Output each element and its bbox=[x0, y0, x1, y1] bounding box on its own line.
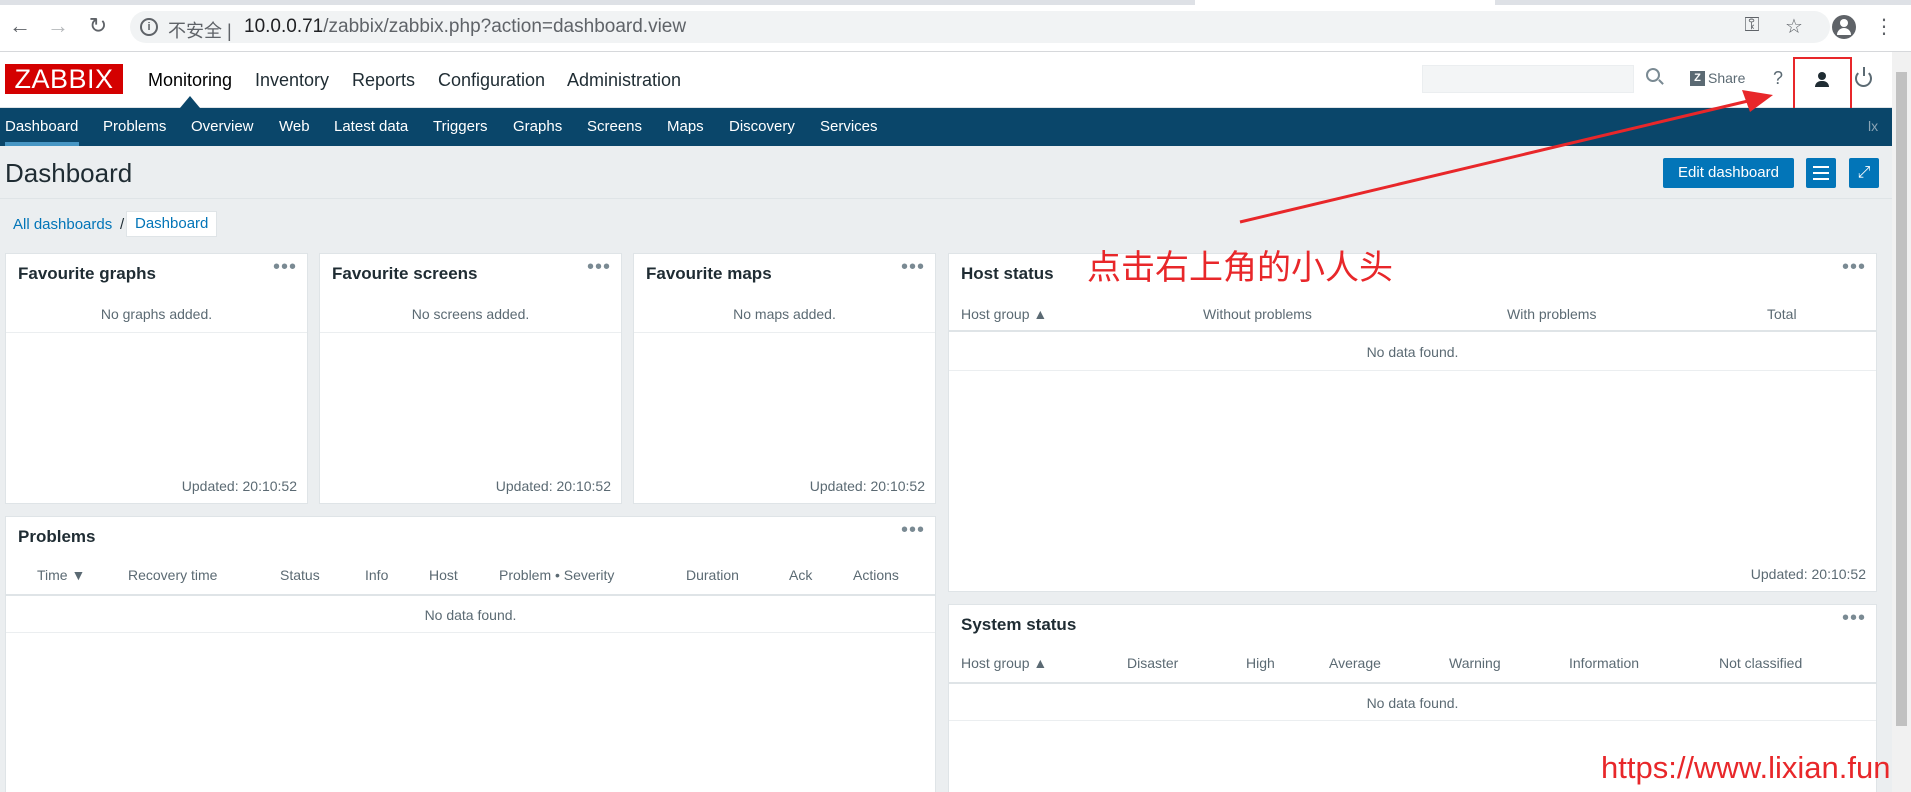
annotation-text: 点击右上角的小人头 bbox=[1087, 248, 1393, 288]
annotation-arrow bbox=[1239, 90, 1773, 224]
annotation-arrow-head bbox=[1742, 90, 1773, 112]
scrollbar-thumb[interactable] bbox=[1896, 72, 1907, 726]
page-scrollbar[interactable] bbox=[1892, 52, 1911, 792]
watermark-text: https://www.lixian.fun bbox=[1601, 750, 1891, 785]
annotation-arrow-shaft bbox=[1239, 99, 1749, 224]
